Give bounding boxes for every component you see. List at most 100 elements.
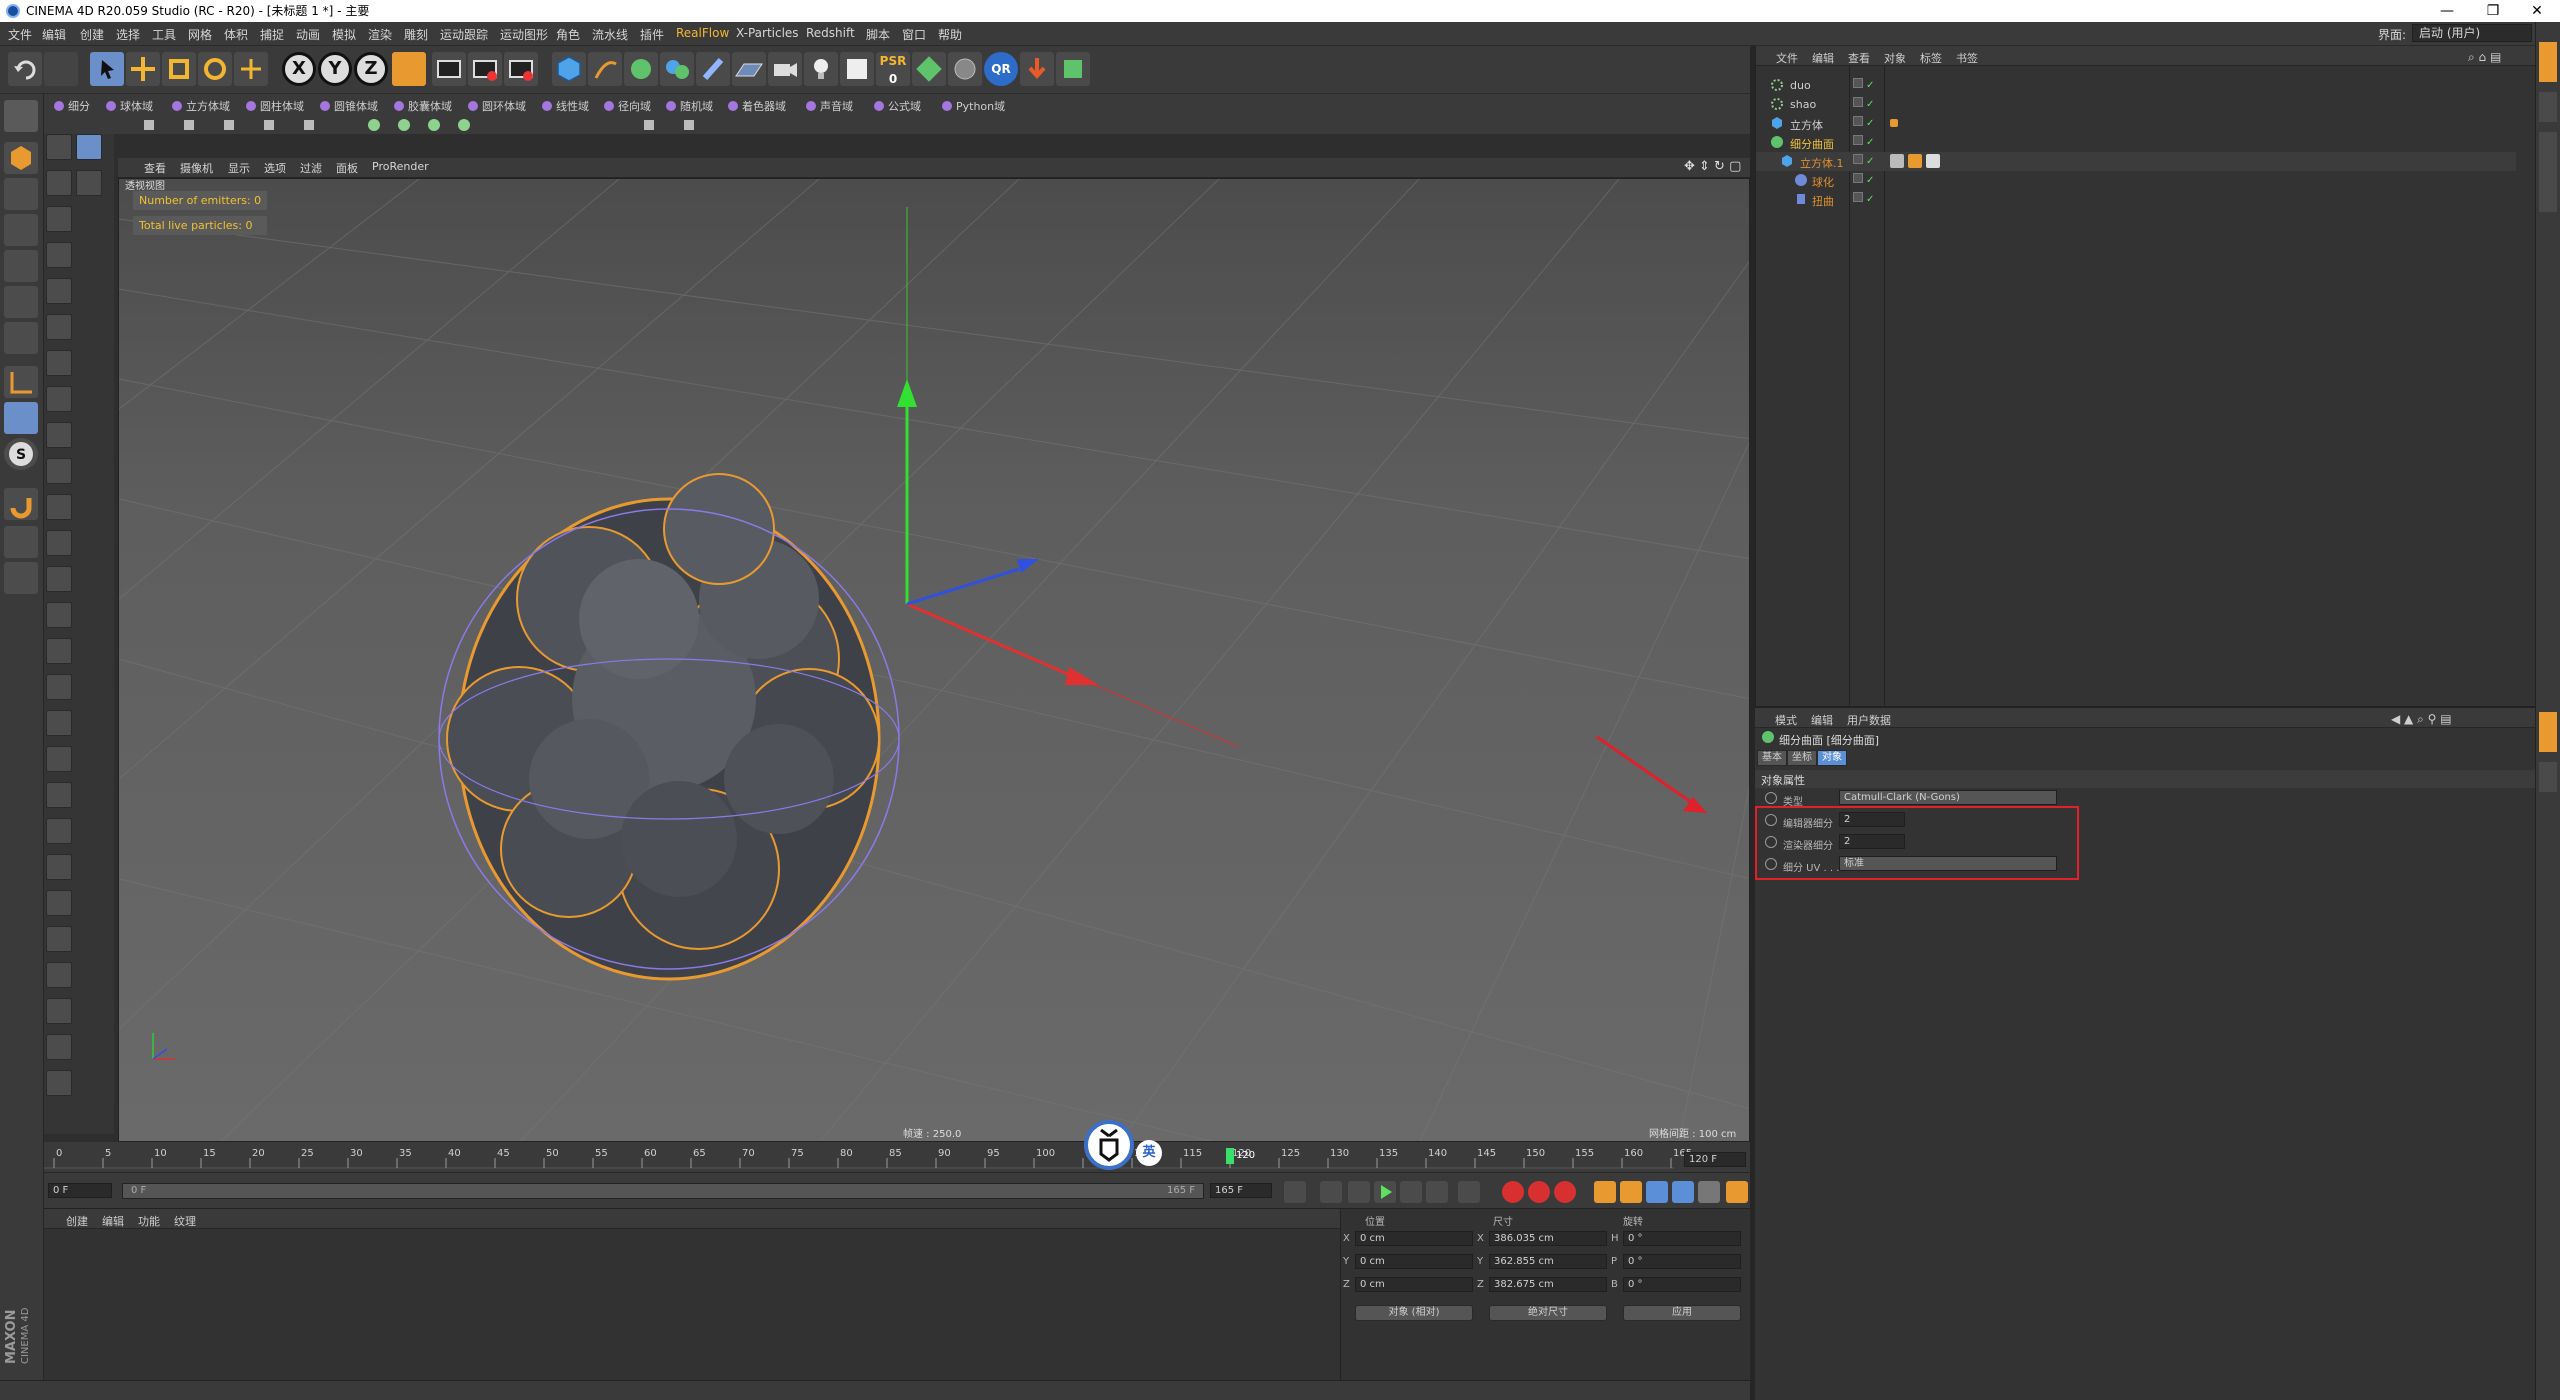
qr-button[interactable]: QR xyxy=(984,52,1018,86)
model-mode-icon[interactable] xyxy=(4,142,38,174)
visibility-flags[interactable]: ✓ xyxy=(1853,116,1883,130)
material-tag-icon[interactable] xyxy=(1908,154,1922,168)
object-row-spherify[interactable]: 球化 ✓ xyxy=(1756,171,2516,190)
size-y-field[interactable]: 362.855 cm xyxy=(1489,1254,1607,1269)
knife-icon[interactable] xyxy=(46,818,72,844)
connected-select-icon[interactable] xyxy=(46,566,72,592)
menu-create[interactable]: 创建 xyxy=(80,26,104,43)
keyframe-selection-icon[interactable] xyxy=(1554,1181,1576,1203)
side-tab-active[interactable] xyxy=(2539,712,2557,752)
key-rotation-icon[interactable] xyxy=(1646,1181,1668,1203)
close-button[interactable]: ✕ xyxy=(2514,0,2560,22)
object-row-duo[interactable]: duo ✓ xyxy=(1756,76,2516,95)
workplane-icon[interactable] xyxy=(4,214,38,246)
gen-random-field[interactable]: 随机域 xyxy=(666,98,713,116)
axis-mode-icon[interactable] xyxy=(4,366,38,398)
gen-cone-field[interactable]: 圆锥体域 xyxy=(320,98,378,116)
rectangle-select-icon[interactable] xyxy=(46,206,72,232)
lock-workplane-icon[interactable] xyxy=(4,526,38,558)
convert-selection-icon[interactable] xyxy=(46,674,72,700)
hide-selected-icon[interactable] xyxy=(46,602,72,628)
attr-menu-mode[interactable]: 模式 xyxy=(1775,712,1797,728)
rot-h-field[interactable]: 0 ° xyxy=(1623,1231,1741,1246)
mat-menu-edit[interactable]: 编辑 xyxy=(102,1213,124,1229)
array-icon[interactable] xyxy=(660,52,694,86)
make-editable-icon[interactable] xyxy=(4,100,38,132)
menu-x-particles[interactable]: X-Particles xyxy=(736,26,799,40)
fill-select-icon[interactable] xyxy=(46,350,72,376)
material-manager-icon[interactable] xyxy=(840,52,874,86)
autokey-icon[interactable] xyxy=(1528,1181,1550,1203)
previous-frame-icon[interactable] xyxy=(1348,1181,1370,1203)
go-to-start-icon[interactable] xyxy=(1284,1181,1306,1203)
obj-panel-icons[interactable]: ⌕ ⌂ ▤ xyxy=(2468,50,2501,65)
type-dropdown[interactable]: Catmull-Clark (N-Gons) xyxy=(1839,790,2057,805)
download-icon[interactable] xyxy=(1020,52,1054,86)
magnet-tool-icon[interactable] xyxy=(46,1034,72,1060)
visibility-flags[interactable]: ✓ xyxy=(1853,154,1883,168)
obj-menu-view[interactable]: 查看 xyxy=(1848,50,1870,66)
object-row-twist[interactable]: 扭曲 ✓ xyxy=(1756,190,2516,209)
gen-subdivide[interactable]: 细分 xyxy=(54,98,90,116)
extrude-icon[interactable] xyxy=(46,746,72,772)
key-scale-icon[interactable] xyxy=(1620,1181,1642,1203)
timeline-window-icon[interactable] xyxy=(1726,1181,1748,1203)
menu-window[interactable]: 窗口 xyxy=(902,26,926,43)
viewport-nav-icon[interactable]: ✥ ⇕ ↻ ▢ xyxy=(1684,159,1741,174)
magnet-icon[interactable] xyxy=(4,488,38,520)
render-settings-icon[interactable] xyxy=(504,52,538,86)
redo-button[interactable] xyxy=(44,52,78,86)
side-tab[interactable] xyxy=(2539,92,2557,122)
pen-spline-icon[interactable] xyxy=(588,52,622,86)
pos-z-field[interactable]: 0 cm xyxy=(1355,1277,1473,1292)
end-frame-field[interactable]: 165 F xyxy=(1210,1183,1272,1198)
go-to-end-icon[interactable] xyxy=(1458,1181,1480,1203)
frame-range-slider[interactable]: 0 F 165 F xyxy=(122,1183,1204,1199)
coordinate-system-icon[interactable] xyxy=(392,52,426,86)
tweak-mode-icon[interactable] xyxy=(4,402,38,434)
menu-mograph[interactable]: 运动图形 xyxy=(500,26,548,43)
y-axis-lock-button[interactable]: Y xyxy=(318,52,352,86)
gen-formula-field[interactable]: 公式域 xyxy=(874,98,921,116)
loop-select-icon[interactable] xyxy=(46,242,72,268)
planar-workplane-icon[interactable] xyxy=(4,562,38,594)
size-mode-dropdown[interactable]: 绝对尺寸 xyxy=(1489,1305,1607,1321)
grow-select-icon[interactable] xyxy=(46,458,72,484)
key-pla-icon[interactable] xyxy=(1698,1181,1720,1203)
path-select-icon[interactable] xyxy=(46,386,72,412)
menu-mesh[interactable]: 网格 xyxy=(188,26,212,43)
current-frame-marker[interactable] xyxy=(1226,1148,1234,1164)
select-arrow-icon[interactable] xyxy=(76,170,102,196)
menu-simulate[interactable]: 模拟 xyxy=(332,26,356,43)
psr-button[interactable]: PSR 0 xyxy=(876,52,910,86)
visibility-flags[interactable]: ✓ xyxy=(1853,192,1883,206)
gen-capsule-field[interactable]: 胶囊体域 xyxy=(394,98,452,116)
phong-break-icon[interactable] xyxy=(46,422,72,448)
object-row-cube[interactable]: 立方体 ✓ xyxy=(1756,114,2516,133)
menu-pipeline[interactable]: 流水线 xyxy=(592,26,628,43)
gen-cube-field[interactable]: 立方体域 xyxy=(172,98,230,116)
vp-menu-options[interactable]: 选项 xyxy=(264,160,286,176)
unhide-icon[interactable] xyxy=(46,638,72,664)
object-row-cube-1[interactable]: 立方体.1 ✓ xyxy=(1756,152,2516,171)
anim-dot-icon[interactable] xyxy=(1765,792,1777,804)
select-tool-icon[interactable] xyxy=(90,52,124,86)
smooth-icon[interactable] xyxy=(46,998,72,1024)
weld-icon[interactable] xyxy=(46,890,72,916)
mat-menu-texture[interactable]: 纹理 xyxy=(174,1213,196,1229)
gen-cylinder-field[interactable]: 圆柱体域 xyxy=(246,98,304,116)
menu-help[interactable]: 帮助 xyxy=(938,26,962,43)
layout-dropdown[interactable]: 启动 (用户) xyxy=(2412,24,2532,42)
maximize-button[interactable]: ❐ xyxy=(2470,0,2516,22)
minimize-button[interactable]: — xyxy=(2424,0,2470,22)
set-selection-icon[interactable] xyxy=(46,710,72,736)
menu-snap[interactable]: 捕捉 xyxy=(260,26,284,43)
recent-tool-icon[interactable] xyxy=(234,52,268,86)
key-param-icon[interactable] xyxy=(1672,1181,1694,1203)
floor-icon[interactable] xyxy=(732,52,766,86)
rotate-tool-icon[interactable] xyxy=(198,52,232,86)
move-icon[interactable] xyxy=(76,134,102,160)
menu-render[interactable]: 渲染 xyxy=(368,26,392,43)
menu-volume[interactable]: 体积 xyxy=(224,26,248,43)
start-frame-field[interactable]: 0 F xyxy=(48,1183,112,1198)
